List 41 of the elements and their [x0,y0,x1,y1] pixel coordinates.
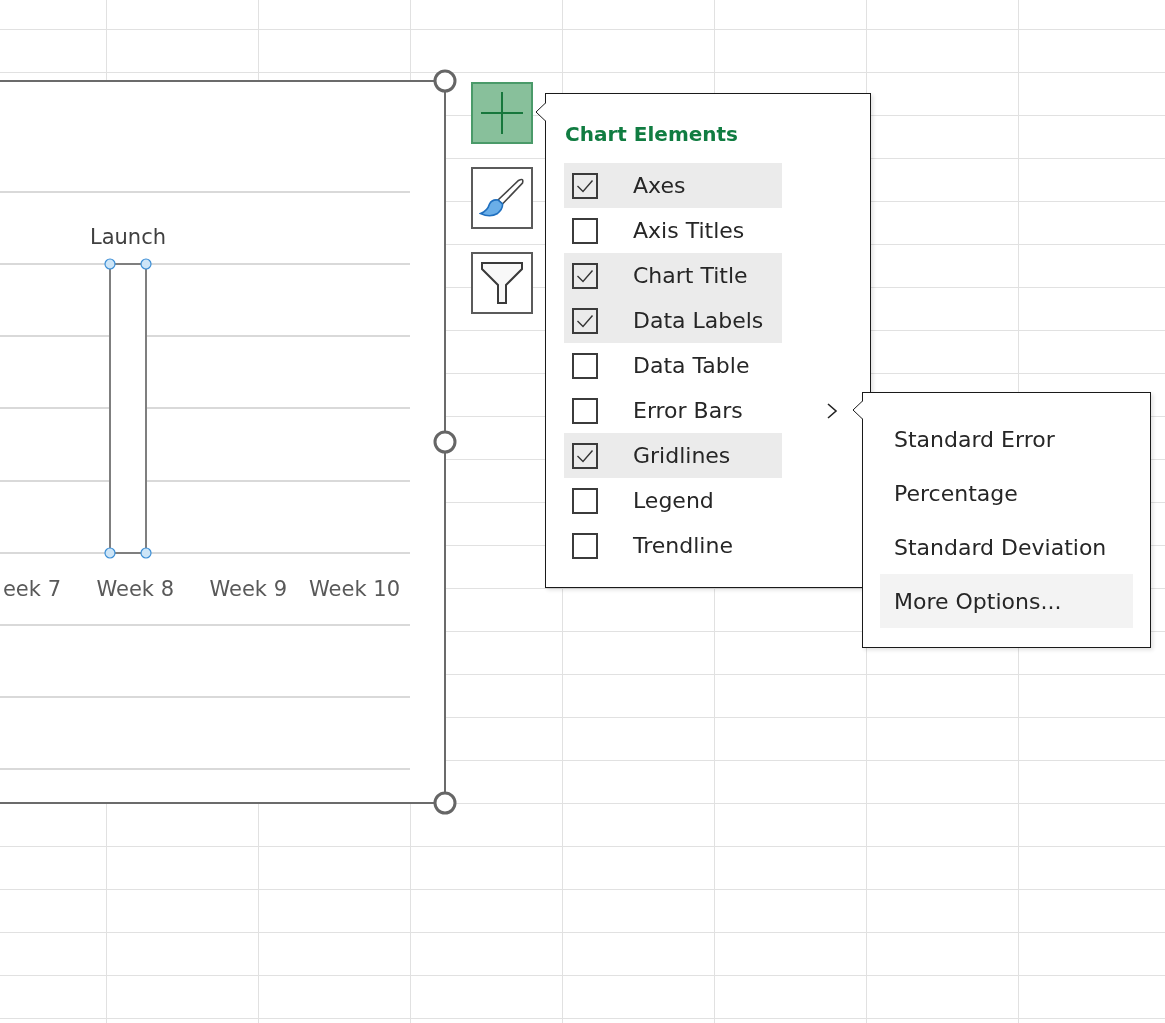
selection-handle-icon[interactable] [104,258,116,270]
chart-styles-button[interactable] [471,167,533,229]
axis-label: Week 10 [309,577,400,601]
chart-element-option[interactable]: Data Table [564,343,782,388]
selection-handle-icon[interactable] [104,547,116,559]
axis-label: Week 8 [96,577,174,601]
panel-title: Chart Elements [565,121,738,147]
submenu-item[interactable]: More Options... [880,574,1133,628]
chart-element-option[interactable]: Error Bars [564,388,782,433]
checkbox[interactable] [572,262,598,289]
chart-filters-button[interactable] [471,252,533,314]
data-label: Launch [90,225,166,249]
checkbox[interactable] [572,352,598,379]
submenu-item[interactable]: Percentage [880,466,1133,520]
selection-handle-icon[interactable] [140,547,152,559]
submenu-item[interactable]: Standard Deviation [880,520,1133,574]
resize-handle-icon[interactable] [433,430,457,454]
checkbox[interactable] [572,487,598,514]
submenu-item[interactable]: Standard Error [880,412,1133,466]
checkbox[interactable] [572,442,598,469]
funnel-icon [481,262,523,304]
checkbox[interactable] [572,307,598,334]
chart-element-option[interactable]: Data Labels [564,298,782,343]
chart-element-option[interactable]: Chart Title [564,253,782,298]
chart-element-option[interactable]: Gridlines [564,433,782,478]
chart-element-option[interactable]: Axes [564,163,782,208]
resize-handle-icon[interactable] [433,69,457,93]
chart-element-option[interactable]: Legend [564,478,782,523]
checkbox[interactable] [572,172,598,199]
axis-label: Week 9 [209,577,287,601]
selection-handle-icon[interactable] [140,258,152,270]
chart-elements-button[interactable] [471,82,533,144]
checkbox[interactable] [572,217,598,244]
checkbox[interactable] [572,532,598,559]
chart-element-option[interactable]: Trendline [564,523,782,568]
plus-icon [481,92,523,134]
chart-element-option[interactable]: Axis Titles [564,208,782,253]
checkbox[interactable] [572,397,598,424]
axis-label: eek 7 [2,577,61,601]
paintbrush-icon [479,178,525,218]
resize-handle-icon[interactable] [433,791,457,815]
